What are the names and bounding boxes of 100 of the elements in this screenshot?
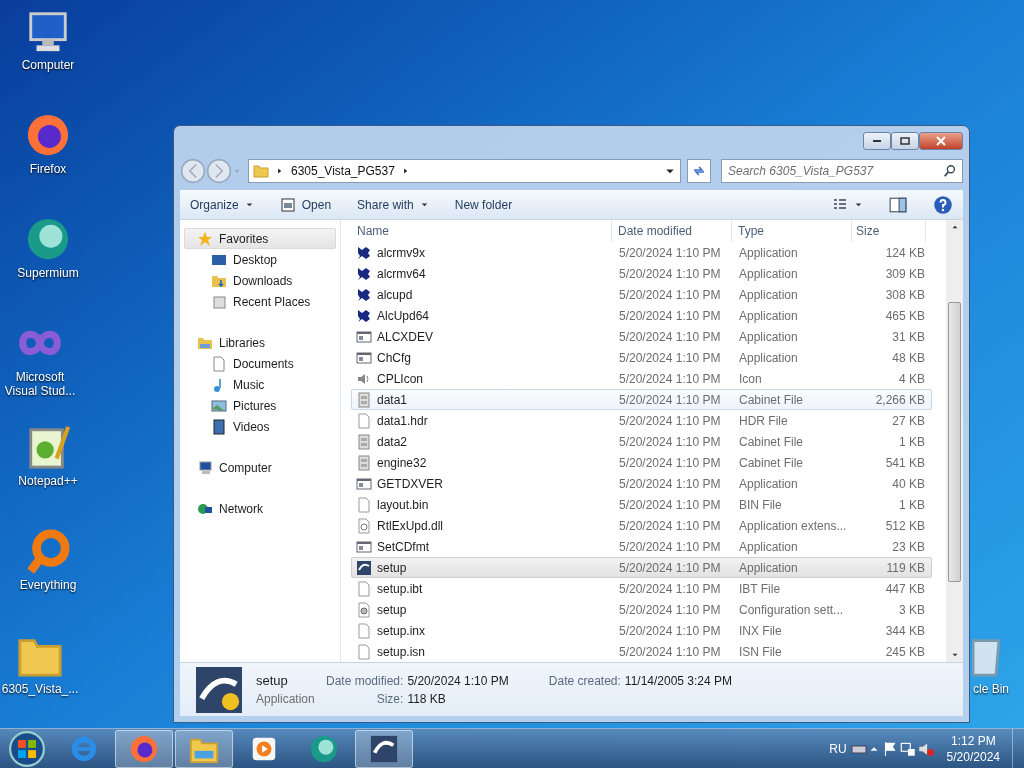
file-name: data1 xyxy=(377,391,408,409)
file-name: engine32 xyxy=(377,454,427,472)
file-date: 5/20/2024 1:10 PM xyxy=(618,244,722,262)
settings-file-icon xyxy=(356,601,372,618)
desktop-icon-label[interactable]: Everything xyxy=(19,578,77,592)
file-name: setup.inx xyxy=(377,622,426,640)
file-name: CPLIcon xyxy=(377,370,424,388)
column-header[interactable]: Date modified xyxy=(612,220,732,242)
file-name: SetCDfmt xyxy=(377,538,429,556)
file-date: 5/20/2024 1:10 PM xyxy=(618,391,722,409)
file-date: 5/20/2024 1:10 PM xyxy=(618,454,722,472)
supermium-icon[interactable] xyxy=(25,216,71,262)
details-label: Date modified: xyxy=(326,672,404,690)
file-row[interactable]: setup 5/20/2024 1:10 PM Configuration sett... 3 KB xyxy=(351,599,932,620)
sidebar-item[interactable]: Recent Places xyxy=(184,291,336,312)
file-row[interactable]: CPLIcon 5/20/2024 1:10 PM Icon 4 KB xyxy=(351,368,932,389)
file-type: HDR File xyxy=(738,412,789,430)
file-size: 23 KB xyxy=(891,538,926,556)
help-icon[interactable] xyxy=(933,194,953,215)
file-type: Cabinet File xyxy=(738,433,805,451)
file-row[interactable]: ChCfg 5/20/2024 1:10 PM Application 48 KB xyxy=(351,347,932,368)
supermium-icon xyxy=(309,733,339,764)
sidebar-item[interactable]: Music xyxy=(184,374,336,395)
desktop-icon-label[interactable]: Firefox xyxy=(29,162,67,176)
desktop-icon-label[interactable]: Computer xyxy=(21,58,75,72)
address-bar[interactable]: 6305_Vista_PG537 xyxy=(248,159,681,183)
sidebar-item[interactable]: Pictures xyxy=(184,395,336,416)
sidebar-item[interactable]: Network xyxy=(184,498,336,519)
clock[interactable]: 1:12 PM 5/20/2024 xyxy=(934,732,1012,765)
breadcrumb-item[interactable]: 6305_Vista_PG537 xyxy=(291,162,395,180)
maximize-button[interactable] xyxy=(891,132,919,150)
setup-icon xyxy=(369,733,399,764)
file-row[interactable]: SetCDfmt 5/20/2024 1:10 PM Application 23 KB xyxy=(351,536,932,557)
file-row[interactable]: data2 5/20/2024 1:10 PM Cabinet File 1 KB xyxy=(351,431,932,452)
file-date: 5/20/2024 1:10 PM xyxy=(618,643,722,661)
sidebar-item[interactable]: Libraries xyxy=(184,332,336,353)
file-row[interactable]: layout.bin 5/20/2024 1:10 PM BIN File 1 KB xyxy=(351,494,932,515)
language-indicator[interactable]: RU xyxy=(829,739,847,758)
sidebar-item[interactable]: Documents xyxy=(184,353,336,374)
sidebar-item[interactable]: Favorites xyxy=(184,228,336,249)
preview-pane-icon[interactable] xyxy=(889,195,907,214)
application-icon xyxy=(356,328,372,345)
close-button[interactable] xyxy=(919,132,963,150)
file-name: data2 xyxy=(377,433,408,451)
file-row[interactable]: alcupd 5/20/2024 1:10 PM Application 308 KB xyxy=(351,284,932,305)
search-field[interactable]: Search 6305_Vista_PG537 xyxy=(721,159,963,183)
file-type: Application xyxy=(738,244,799,262)
file-type: Application xyxy=(738,349,799,367)
file-row[interactable]: GETDXVER 5/20/2024 1:10 PM Application 40 KB xyxy=(351,473,932,494)
toolbar-button[interactable]: Share with xyxy=(357,195,429,214)
column-header[interactable]: Name xyxy=(351,220,612,242)
column-header[interactable]: Type xyxy=(732,220,852,242)
desktop-icon-label[interactable]: Notepad++ xyxy=(18,474,78,488)
file-row[interactable]: setup 5/20/2024 1:10 PM Application 119 KB xyxy=(351,557,932,578)
file-date: 5/20/2024 1:10 PM xyxy=(618,517,722,535)
file-row[interactable]: engine32 5/20/2024 1:10 PM Cabinet File 541 KB xyxy=(351,452,932,473)
caret-icon xyxy=(419,200,429,209)
file-row[interactable]: alcrmv9x 5/20/2024 1:10 PM Application 124 KB xyxy=(351,242,932,263)
windows-logo-icon xyxy=(9,730,45,767)
desktop-icon-label[interactable]: 6305_Vista_... xyxy=(1,682,79,696)
application-icon xyxy=(356,349,372,366)
scrollbar[interactable] xyxy=(946,220,963,662)
toolbar-button[interactable]: New folder xyxy=(454,195,513,214)
toolbar-button[interactable]: Organize xyxy=(190,195,254,214)
cabinet-file-icon xyxy=(356,454,372,471)
file-type: Application xyxy=(738,559,799,577)
file-name: GETDXVER xyxy=(377,475,443,493)
sidebar-item[interactable]: Downloads xyxy=(184,270,336,291)
application-icon xyxy=(356,538,372,555)
taskbar-button[interactable] xyxy=(355,729,413,768)
file-size: 447 KB xyxy=(884,580,926,598)
file-type: Icon xyxy=(738,370,763,388)
file-size: 308 KB xyxy=(884,286,926,304)
toolbar-button[interactable]: Open xyxy=(279,195,332,214)
file-date: 5/20/2024 1:10 PM xyxy=(618,433,722,451)
file-size: 48 KB xyxy=(891,349,926,367)
file-row[interactable]: RtlExUpd.dll 5/20/2024 1:10 PM Application extens... 512 KB xyxy=(351,515,932,536)
column-header[interactable]: Size xyxy=(852,220,926,242)
file-size: 124 KB xyxy=(884,244,926,262)
sidebar-item[interactable]: Desktop xyxy=(184,249,336,270)
file-row[interactable]: AlcUpd64 5/20/2024 1:10 PM Application 465 KB xyxy=(351,305,932,326)
taskbar-button[interactable] xyxy=(115,729,173,768)
file-row[interactable]: setup.ibt 5/20/2024 1:10 PM IBT File 447 KB xyxy=(351,578,932,599)
file-row[interactable]: data1 5/20/2024 1:10 PM Cabinet File 2,266 KB xyxy=(351,389,932,410)
file-row[interactable]: setup.isn 5/20/2024 1:10 PM ISN File 245 KB xyxy=(351,641,932,662)
file-row[interactable]: ALCXDEV 5/20/2024 1:10 PM Application 31 KB xyxy=(351,326,932,347)
file-row[interactable]: alcrmv64 5/20/2024 1:10 PM Application 309 KB xyxy=(351,263,932,284)
refresh-button[interactable] xyxy=(687,159,711,183)
desktop-icon-label[interactable]: Microsoft Visual Stud... xyxy=(0,370,80,398)
file-type: Application xyxy=(738,307,799,325)
sidebar-item[interactable]: Videos xyxy=(184,416,336,437)
scroll-thumb[interactable] xyxy=(948,302,961,582)
desktop-icon-label[interactable]: Supermium xyxy=(17,266,79,280)
sidebar-item[interactable]: Computer xyxy=(184,457,336,478)
minimize-button[interactable] xyxy=(863,132,891,150)
firefox-icon[interactable] xyxy=(25,112,71,158)
details-label: Date created: xyxy=(547,672,621,690)
file-row[interactable]: setup.inx 5/20/2024 1:10 PM INX File 344 KB xyxy=(351,620,932,641)
file-size: 119 KB xyxy=(885,559,926,577)
file-row[interactable]: data1.hdr 5/20/2024 1:10 PM HDR File 27 KB xyxy=(351,410,932,431)
